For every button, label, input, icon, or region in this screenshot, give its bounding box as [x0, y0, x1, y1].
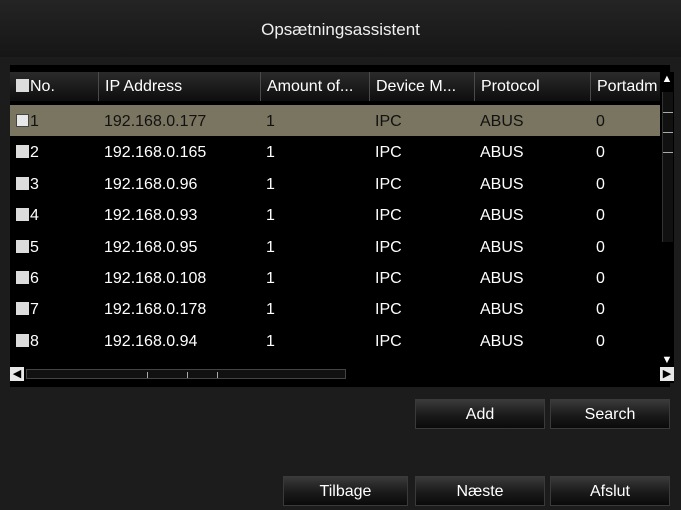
search-button[interactable]: Search — [550, 399, 670, 429]
row-checkbox[interactable] — [16, 271, 29, 284]
finish-button[interactable]: Afslut — [550, 476, 670, 506]
cell-ip: 192.168.0.95 — [104, 238, 198, 256]
cell-protocol: ABUS — [480, 301, 524, 319]
cell-device-model: IPC — [375, 207, 402, 225]
row-number: 2 — [30, 144, 39, 162]
cell-no: 3 — [10, 168, 98, 199]
cell-port: 0 — [596, 113, 605, 130]
row-number: 5 — [30, 238, 39, 256]
table-row[interactable]: 5 192.168.0.95 1 IPC ABUS 0 — [10, 231, 660, 262]
vertical-scrollbar[interactable]: ▲ ▼ — [660, 72, 674, 367]
column-header-port[interactable]: Portadm — [590, 72, 660, 101]
row-checkbox[interactable] — [16, 302, 29, 316]
cell-protocol: ABUS — [480, 144, 524, 162]
cell-protocol: ABUS — [480, 270, 524, 287]
select-all-checkbox[interactable] — [16, 79, 29, 92]
row-number: 7 — [30, 301, 39, 319]
cell-no: 8 — [10, 325, 98, 356]
cell-amount: 1 — [266, 175, 275, 193]
cell-device-model: IPC — [375, 270, 402, 287]
cell-ip: 192.168.0.178 — [104, 301, 207, 319]
cell-amount: 1 — [266, 301, 275, 319]
table-row[interactable]: 3 192.168.0.96 1 IPC ABUS 0 — [10, 168, 660, 199]
cell-protocol: ABUS — [480, 332, 524, 350]
row-checkbox[interactable] — [16, 145, 29, 159]
cell-port: 0 — [596, 207, 605, 225]
column-header-no[interactable]: No. — [10, 72, 98, 101]
horizontal-scrollbar[interactable]: ◀ ▶ — [10, 367, 674, 383]
cell-port: 0 — [596, 301, 605, 319]
cell-protocol: ABUS — [480, 175, 524, 193]
cell-protocol: ABUS — [480, 207, 524, 225]
cell-no: 6 — [10, 262, 98, 293]
row-number: 4 — [30, 207, 39, 225]
cell-ip: 192.168.0.96 — [104, 175, 198, 193]
cell-port: 0 — [596, 238, 605, 256]
cell-port: 0 — [596, 144, 605, 162]
cell-amount: 1 — [266, 270, 275, 287]
cell-ip: 192.168.0.165 — [104, 144, 207, 162]
cell-device-model: IPC — [375, 332, 402, 350]
vertical-scroll-thumb[interactable] — [662, 92, 673, 242]
row-checkbox[interactable] — [16, 239, 29, 253]
row-number: 8 — [30, 332, 39, 350]
cell-protocol: ABUS — [480, 113, 524, 130]
scroll-right-icon[interactable]: ▶ — [660, 367, 674, 381]
cell-amount: 1 — [266, 332, 275, 350]
horizontal-scroll-thumb[interactable] — [26, 369, 346, 379]
cell-amount: 1 — [266, 144, 275, 162]
row-checkbox[interactable] — [16, 176, 29, 190]
table-row[interactable]: 6 192.168.0.108 1 IPC ABUS 0 — [10, 262, 660, 293]
cell-device-model: IPC — [375, 301, 402, 319]
back-button[interactable]: Tilbage — [283, 476, 408, 506]
table-row[interactable]: 4 192.168.0.93 1 IPC ABUS 0 — [10, 199, 660, 230]
cell-device-model: IPC — [375, 175, 402, 193]
column-header-ip[interactable]: IP Address — [98, 72, 260, 101]
cell-protocol: ABUS — [480, 238, 524, 256]
scroll-down-icon[interactable]: ▼ — [660, 353, 674, 367]
row-number: 6 — [30, 270, 39, 287]
cell-ip: 192.168.0.108 — [104, 270, 207, 287]
next-button[interactable]: Næste — [415, 476, 545, 506]
table-header: No. IP Address Amount of... Device M... … — [10, 72, 660, 101]
cell-device-model: IPC — [375, 113, 402, 130]
table-row[interactable]: 1 192.168.0.177 1 IPC ABUS 0 — [10, 105, 660, 136]
cell-ip: 192.168.0.177 — [104, 113, 207, 130]
scroll-left-icon[interactable]: ◀ — [10, 367, 24, 381]
cell-port: 0 — [596, 175, 605, 193]
cell-amount: 1 — [266, 238, 275, 256]
row-checkbox[interactable] — [16, 333, 29, 347]
row-number: 3 — [30, 175, 39, 193]
device-table-panel: No. IP Address Amount of... Device M... … — [10, 65, 674, 387]
cell-no: 4 — [10, 199, 98, 230]
add-button[interactable]: Add — [415, 399, 545, 429]
table-row[interactable]: 2 192.168.0.165 1 IPC ABUS 0 — [10, 136, 660, 167]
row-checkbox[interactable] — [16, 208, 29, 222]
row-checkbox[interactable] — [16, 114, 29, 127]
column-header-device-model[interactable]: Device M... — [369, 72, 474, 101]
cell-device-model: IPC — [375, 238, 402, 256]
cell-ip: 192.168.0.93 — [104, 207, 198, 225]
cell-no: 5 — [10, 231, 98, 262]
scroll-up-icon[interactable]: ▲ — [660, 72, 674, 86]
cell-device-model: IPC — [375, 144, 402, 162]
cell-port: 0 — [596, 270, 605, 287]
cell-ip: 192.168.0.94 — [104, 332, 198, 350]
window-title: Opsætningsassistent — [0, 0, 681, 57]
cell-no: 1 — [10, 105, 98, 136]
cell-port: 0 — [596, 332, 605, 350]
table-row[interactable]: 8 192.168.0.94 1 IPC ABUS 0 — [10, 325, 660, 356]
cell-amount: 1 — [266, 113, 275, 130]
cell-no: 2 — [10, 136, 98, 167]
cell-no: 7 — [10, 293, 98, 324]
row-number: 1 — [30, 113, 39, 130]
cell-amount: 1 — [266, 207, 275, 225]
column-header-protocol[interactable]: Protocol — [474, 72, 590, 101]
table-row[interactable]: 7 192.168.0.178 1 IPC ABUS 0 — [10, 293, 660, 324]
column-header-amount[interactable]: Amount of... — [260, 72, 369, 101]
column-label: No. — [30, 78, 55, 95]
